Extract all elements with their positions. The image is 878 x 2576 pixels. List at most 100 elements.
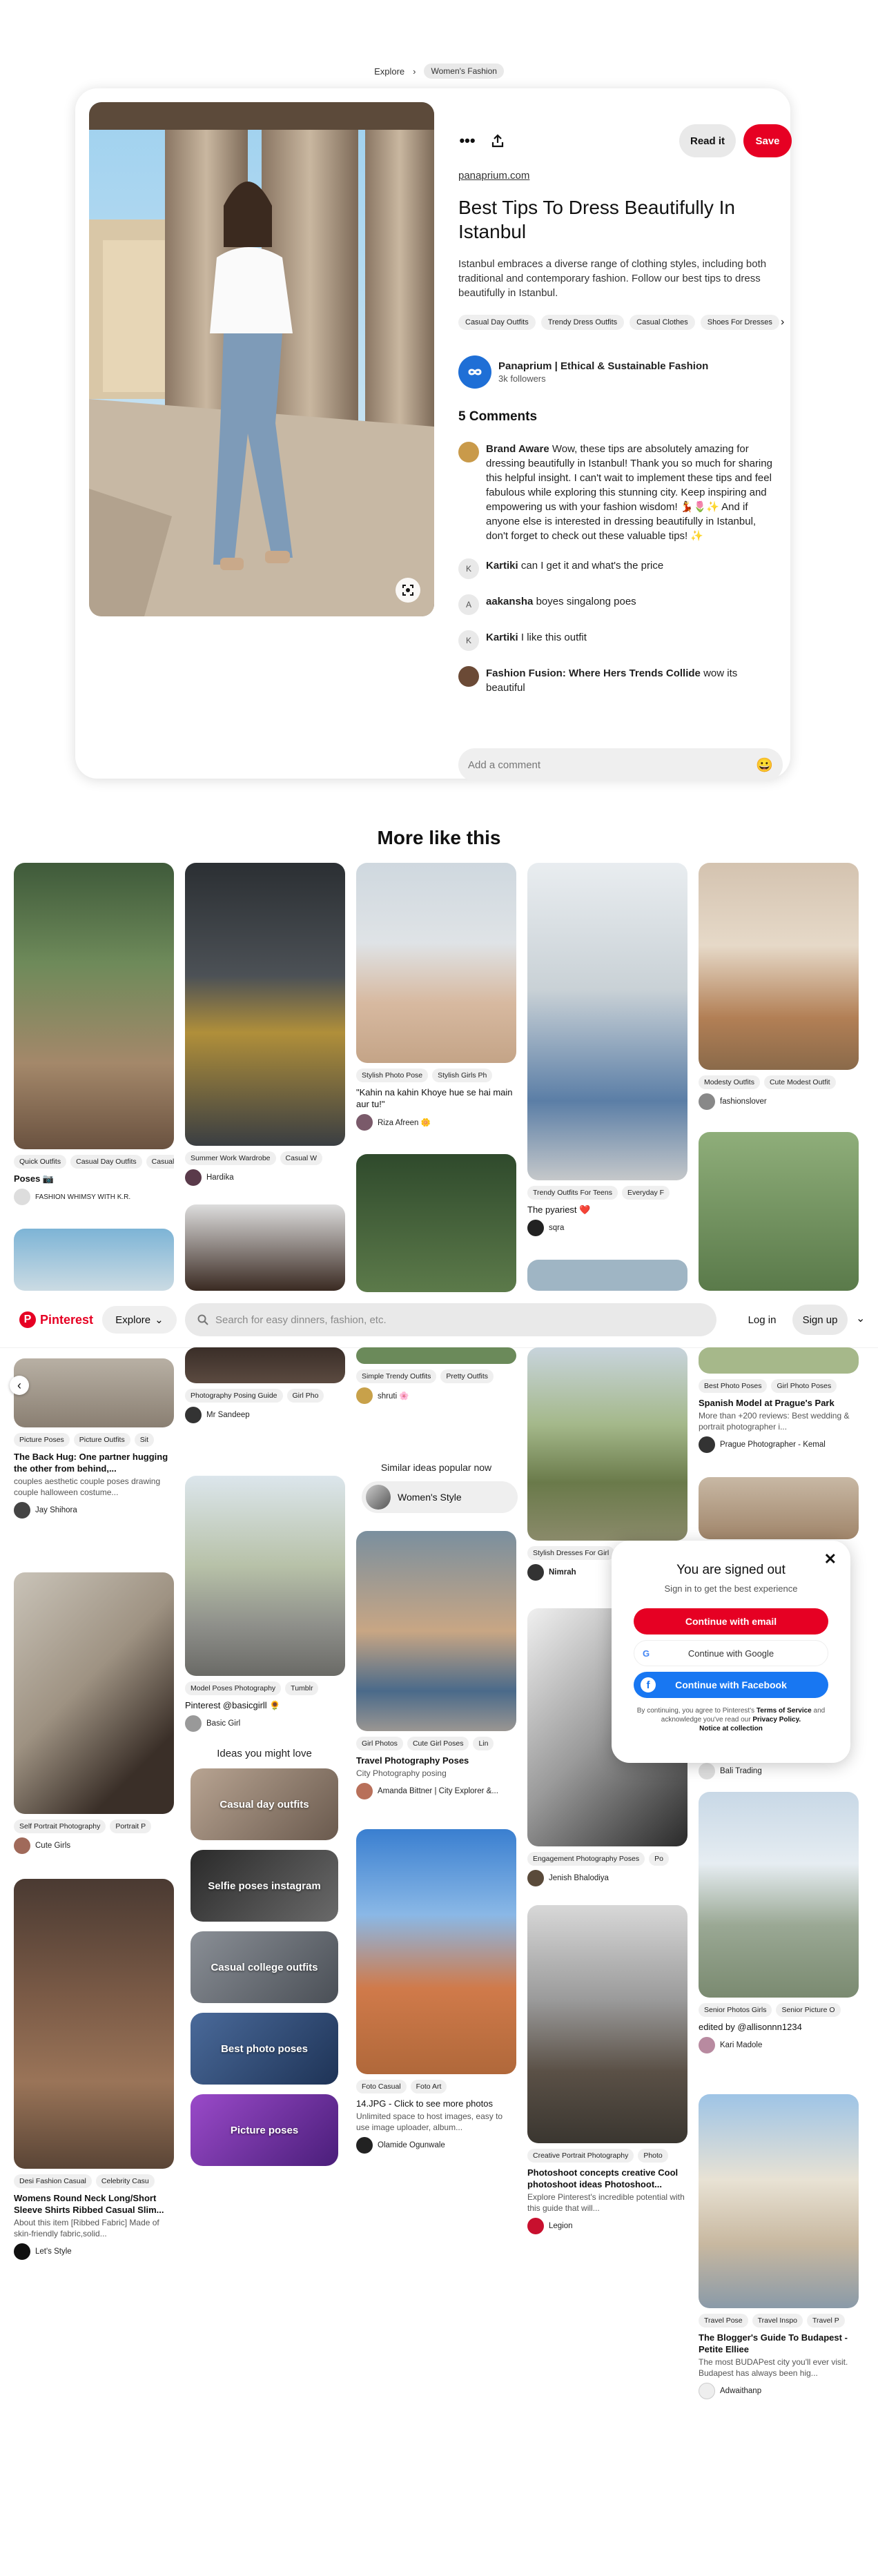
pin-image[interactable]: [356, 1154, 516, 1292]
tag-chip[interactable]: Everyday F: [621, 1186, 670, 1200]
pin-image[interactable]: [699, 1132, 859, 1291]
continue-google-button[interactable]: G Continue with Google: [634, 1640, 828, 1666]
pin-image[interactable]: [699, 1347, 859, 1374]
idea-card[interactable]: Picture poses: [191, 2094, 338, 2166]
tag-chip[interactable]: Engagement Photography Poses: [527, 1852, 645, 1866]
pin-user[interactable]: Amanda Bittner | City Explorer &...: [356, 1783, 516, 1799]
tag-chip[interactable]: Casual W: [280, 1151, 323, 1165]
tag-chip[interactable]: Travel Pose: [699, 2314, 748, 2328]
pin-card[interactable]: [527, 1260, 687, 1291]
idea-card[interactable]: Best photo poses: [191, 2013, 338, 2085]
pin-title[interactable]: Photoshoot concepts creative Cool photos…: [527, 2167, 687, 2190]
idea-card[interactable]: Casual day outfits: [191, 1768, 338, 1840]
pin-card[interactable]: Creative Portrait Photography Photo Photo…: [527, 1905, 687, 2234]
pin-title[interactable]: Poses 📷: [14, 1173, 174, 1184]
tag-chip[interactable]: Casual: [146, 1155, 174, 1169]
pin-card[interactable]: Picture Poses Picture Outfits Sit The Back…: [14, 1358, 174, 1519]
pin-title[interactable]: Pinterest @basicgirll 🌻: [185, 1699, 345, 1711]
tag-chip[interactable]: Stylish Dresses For Girl: [527, 1546, 615, 1560]
tag-chip[interactable]: Foto Art: [410, 2080, 447, 2094]
tag-chip[interactable]: Sit: [134, 1433, 154, 1447]
pin-user[interactable]: Jenish Bhalodiya: [527, 1870, 687, 1886]
tag-chip[interactable]: Pretty Outfits: [440, 1369, 494, 1383]
avatar[interactable]: [458, 442, 479, 462]
tag-chip[interactable]: Trendy Dress Outfits: [540, 315, 625, 330]
creator[interactable]: Panaprium | Ethical & Sustainable Fashio…: [458, 355, 708, 389]
pin-user[interactable]: Basic Girl: [185, 1715, 345, 1732]
pin-title[interactable]: Travel Photography Poses: [356, 1755, 516, 1766]
pin-image[interactable]: [14, 863, 174, 1149]
pin-image[interactable]: [527, 1905, 687, 2143]
tag-chip[interactable]: Best Photo Poses: [699, 1379, 768, 1393]
tag-chip[interactable]: Celebrity Casu: [95, 2174, 155, 2188]
pin-title[interactable]: The Back Hug: One partner hugging the ot…: [14, 1451, 174, 1474]
pin-image[interactable]: [356, 1829, 516, 2074]
tag-chip[interactable]: Creative Portrait Photography: [527, 2149, 634, 2163]
source-link[interactable]: panaprium.com: [458, 170, 529, 182]
pin-card[interactable]: Photography Posing Guide Girl Pho Mr Sand…: [185, 1347, 345, 1423]
avatar[interactable]: K: [458, 558, 479, 579]
tag-chip[interactable]: Casual Day Outfits: [70, 1155, 142, 1169]
tag-chip[interactable]: Travel P: [807, 2314, 845, 2328]
share-icon[interactable]: [485, 128, 510, 153]
pin-image[interactable]: [14, 1572, 174, 1814]
tag-chip[interactable]: Cute Girl Poses: [407, 1737, 469, 1750]
comment-user[interactable]: Fashion Fusion: Where Hers Trends Collid…: [486, 667, 701, 679]
notice-link[interactable]: Notice at collection: [699, 1725, 763, 1733]
idea-card[interactable]: Selfie poses instagram: [191, 1850, 338, 1922]
emoji-icon[interactable]: 😀: [756, 757, 773, 774]
tag-chip[interactable]: Stylish Girls Ph: [432, 1069, 493, 1082]
pin-card[interactable]: Trendy Outfits For Teens Everyday F The p…: [527, 863, 687, 1236]
tag-chip[interactable]: Simple Trendy Outfits: [356, 1369, 437, 1383]
tag-chip[interactable]: Photography Posing Guide: [185, 1389, 283, 1403]
carousel-left-arrow-icon[interactable]: ‹: [10, 1376, 29, 1395]
pin-image[interactable]: [14, 1879, 174, 2169]
terms-link[interactable]: Terms of Service: [757, 1707, 812, 1715]
pin-card[interactable]: Summer Work Wardrobe Casual W Hardika: [185, 863, 345, 1186]
pin-image[interactable]: [185, 1347, 345, 1383]
tag-chip[interactable]: Picture Poses: [14, 1433, 70, 1447]
pin-title[interactable]: Womens Round Neck Long/Short Sleeve Shir…: [14, 2192, 174, 2216]
pin-title[interactable]: The Blogger's Guide To Budapest - Petite…: [699, 2332, 859, 2355]
tag-chip[interactable]: Modesty Outfits: [699, 1075, 760, 1089]
visual-search-icon[interactable]: [396, 578, 420, 603]
read-it-button[interactable]: Read it: [679, 124, 736, 157]
tag-chip[interactable]: Shoes For Dresses: [700, 315, 779, 330]
tag-chip[interactable]: Portrait P: [110, 1819, 152, 1833]
comment-user[interactable]: Kartiki: [486, 560, 518, 572]
add-comment-input[interactable]: Add a comment 😀: [458, 748, 783, 781]
pin-title[interactable]: 14.JPG - Click to see more photos: [356, 2098, 516, 2109]
tag-chip[interactable]: Tumblr: [285, 1681, 319, 1695]
search-input[interactable]: Search for easy dinners, fashion, etc.: [185, 1303, 716, 1336]
signup-button[interactable]: Sign up: [792, 1305, 848, 1335]
pin-title[interactable]: The pyariest ❤️: [527, 1204, 687, 1216]
tag-chip[interactable]: Picture Outfits: [73, 1433, 130, 1447]
comment-user[interactable]: Kartiki: [486, 632, 518, 643]
pin-image[interactable]: [527, 1260, 687, 1291]
tag-chip[interactable]: Trendy Outfits For Teens: [527, 1186, 618, 1200]
pin-card[interactable]: Stylish Photo Pose Stylish Girls Ph "Kahi…: [356, 863, 516, 1131]
pin-card[interactable]: [185, 1204, 345, 1291]
breadcrumb-explore[interactable]: Explore: [374, 66, 404, 77]
avatar[interactable]: [458, 666, 479, 687]
tag-chip[interactable]: Desi Fashion Casual: [14, 2174, 92, 2188]
pin-image[interactable]: [14, 1358, 174, 1427]
pin-user[interactable]: Riza Afreen 🌼: [356, 1114, 516, 1131]
chevron-right-icon[interactable]: ›: [781, 316, 784, 329]
pin-card[interactable]: [356, 1154, 516, 1292]
pin-user[interactable]: Kari Madole: [699, 2037, 859, 2053]
pin-image[interactable]: [699, 1792, 859, 1998]
tag-chip[interactable]: Foto Casual: [356, 2080, 407, 2094]
pin-card[interactable]: Model Poses Photography Tumblr Pinterest …: [185, 1476, 345, 1732]
pin-card[interactable]: Desi Fashion Casual Celebrity Casu Womens…: [14, 1879, 174, 2260]
pin-user[interactable]: FASHION WHIMSY WITH K.R.: [14, 1189, 174, 1205]
pin-user[interactable]: Let's Style: [14, 2243, 174, 2260]
tag-chip[interactable]: Girl Photo Poses: [771, 1379, 837, 1393]
idea-card[interactable]: Casual college outfits: [191, 1931, 338, 2003]
pin-card[interactable]: [699, 1477, 859, 1539]
pin-user[interactable]: Hardika: [185, 1169, 345, 1186]
pin-card[interactable]: Travel Pose Travel Inspo Travel P The Blog…: [699, 2094, 859, 2399]
comment-user[interactable]: aakansha: [486, 596, 533, 607]
pin-user[interactable]: Jay Shihora: [14, 1502, 174, 1519]
pin-image[interactable]: [356, 863, 516, 1063]
